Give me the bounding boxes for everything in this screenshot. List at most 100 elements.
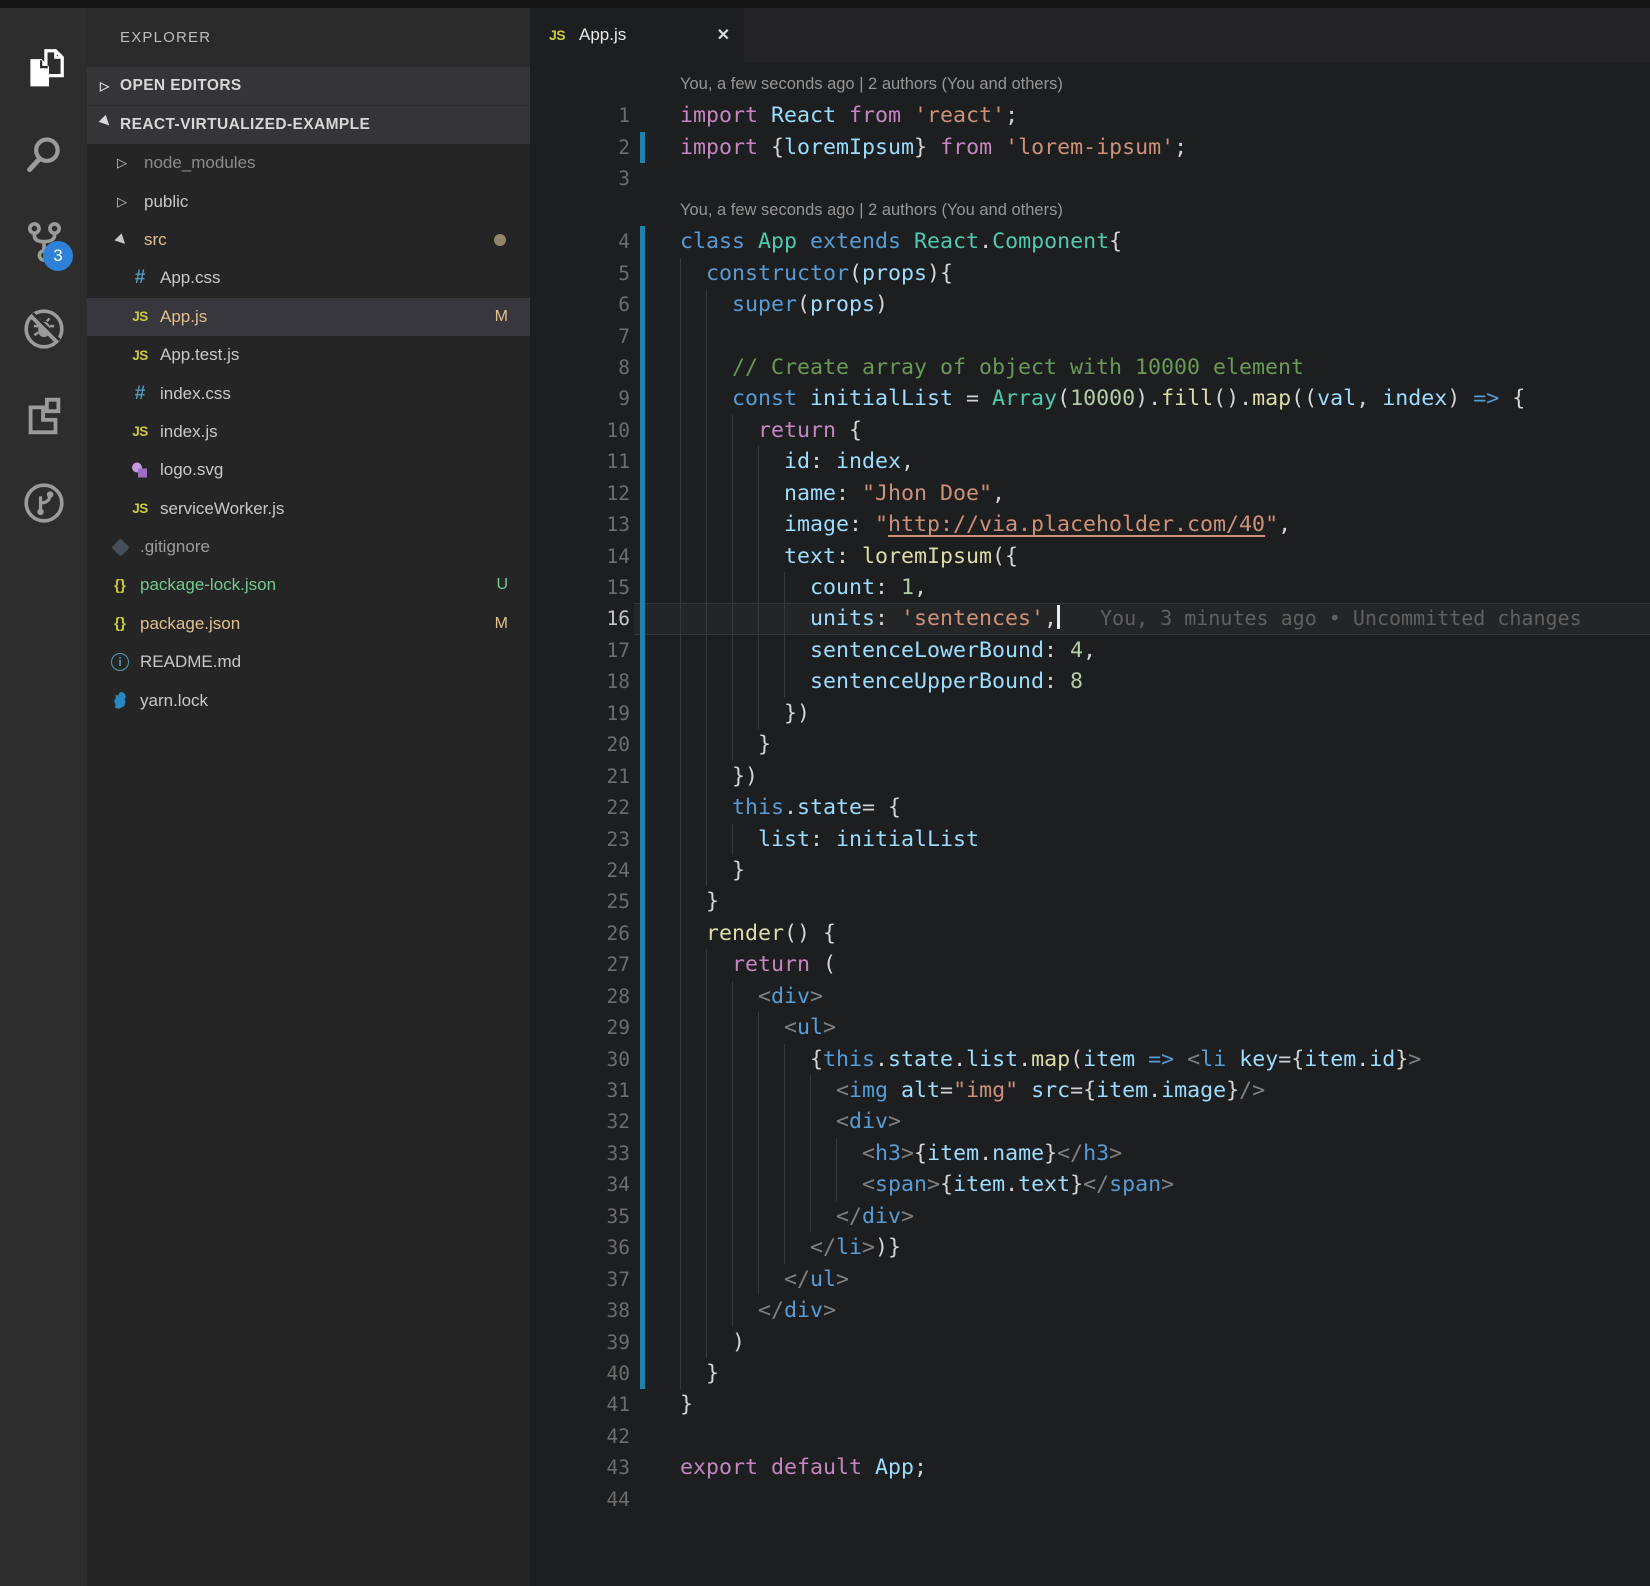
code-line-2[interactable]: 2import {loremIpsum} from 'lorem-ipsum'; [530, 132, 1650, 163]
code-line-18[interactable]: 18sentenceUpperBound: 8 [530, 666, 1650, 697]
line-number: 16 [530, 603, 630, 634]
tree-item-app-test-js[interactable]: JSApp.test.js [87, 336, 530, 374]
code-line-42[interactable]: 42 [530, 1421, 1650, 1452]
codelens-annotation[interactable]: You, a few seconds ago | 2 authors (You … [530, 195, 1650, 226]
code-line-44[interactable]: 44 [530, 1484, 1650, 1515]
code-area[interactable]: You, a few seconds ago | 2 authors (You … [530, 62, 1650, 1515]
modified-gutter-indicator [640, 1106, 645, 1137]
code-line-10[interactable]: 10return { [530, 415, 1650, 446]
code-line-21[interactable]: 21}) [530, 761, 1650, 792]
tree-item-logo-svg[interactable]: logo.svg [87, 451, 530, 489]
code-line-30[interactable]: 30{this.state.list.map(item => <li key={… [530, 1044, 1650, 1075]
activity-search-icon[interactable] [0, 111, 87, 198]
code-text: </div> [680, 1295, 836, 1326]
code-line-11[interactable]: 11id: index, [530, 446, 1650, 477]
tree-item-app-js[interactable]: JSApp.jsM [87, 298, 530, 336]
explorer-sidebar: EXPLORER ▷OPEN EDITORS▶REACT-VIRTUALIZED… [87, 8, 530, 1586]
tree-item-package-lock-json[interactable]: {}package-lock.jsonU [87, 566, 530, 604]
code-line-33[interactable]: 33<h3>{item.name}</h3> [530, 1138, 1650, 1169]
code-line-7[interactable]: 7 [530, 321, 1650, 352]
code-line-32[interactable]: 32<div> [530, 1106, 1650, 1137]
tree-item-yarn-lock[interactable]: yarn.lock [87, 681, 530, 719]
code-line-20[interactable]: 20} [530, 729, 1650, 760]
code-line-41[interactable]: 41} [530, 1389, 1650, 1420]
code-line-15[interactable]: 15count: 1, [530, 572, 1650, 603]
section-react-virtualized-example[interactable]: ▶REACT-VIRTUALIZED-EXAMPLE [87, 105, 530, 144]
css-file-icon: # [127, 267, 153, 289]
modified-gutter-indicator [640, 981, 645, 1012]
line-number: 4 [530, 226, 630, 257]
code-line-34[interactable]: 34<span>{item.text}</span> [530, 1169, 1650, 1200]
modified-gutter-indicator [640, 415, 645, 446]
tree-item-index-css[interactable]: #index.css [87, 374, 530, 412]
code-line-14[interactable]: 14text: loremIpsum({ [530, 541, 1650, 572]
tree-item-readme-md[interactable]: iREADME.md [87, 643, 530, 681]
code-line-4[interactable]: 4class App extends React.Component{ [530, 226, 1650, 257]
activity-explorer-icon[interactable] [0, 24, 87, 111]
code-line-43[interactable]: 43export default App; [530, 1452, 1650, 1483]
code-line-12[interactable]: 12name: "Jhon Doe", [530, 478, 1650, 509]
code-line-37[interactable]: 37</ul> [530, 1264, 1650, 1295]
modified-gutter-indicator [640, 792, 645, 823]
tree-item--gitignore[interactable]: .gitignore [87, 528, 530, 566]
tree-item-serviceworker-js[interactable]: JSserviceWorker.js [87, 490, 530, 528]
code-line-28[interactable]: 28<div> [530, 981, 1650, 1012]
code-line-39[interactable]: 39) [530, 1327, 1650, 1358]
activity-extensions-icon[interactable] [0, 372, 87, 459]
line-number: 11 [530, 446, 630, 477]
modified-gutter-indicator [640, 321, 645, 352]
code-line-24[interactable]: 24} [530, 855, 1650, 886]
code-line-27[interactable]: 27return ( [530, 949, 1650, 980]
code-text: text: loremIpsum({ [680, 541, 1018, 572]
git-status-badge: M [495, 615, 508, 633]
line-number: 22 [530, 792, 630, 823]
code-line-8[interactable]: 8// Create array of object with 10000 el… [530, 352, 1650, 383]
tree-item-node-modules[interactable]: ▷node_modules [87, 144, 530, 182]
code-line-31[interactable]: 31<img alt="img" src={item.image}/> [530, 1075, 1650, 1106]
file-label: .gitignore [140, 537, 210, 557]
file-label: node_modules [144, 153, 256, 173]
activity-source-control-icon[interactable]: 3 [0, 198, 87, 285]
code-line-1[interactable]: 1import React from 'react'; [530, 100, 1650, 131]
code-line-16[interactable]: 16units: 'sentences',You, 3 minutes ago … [530, 603, 1650, 634]
code-line-25[interactable]: 25} [530, 886, 1650, 917]
json-file-icon: {} [107, 577, 133, 594]
line-number: 5 [530, 258, 630, 289]
modified-gutter-indicator [640, 729, 645, 760]
js-file-icon: JS [127, 348, 153, 363]
tab-appjs[interactable]: JS App.js ✕ [530, 8, 744, 62]
code-line-6[interactable]: 6super(props) [530, 289, 1650, 320]
code-text: return ( [680, 949, 836, 980]
code-line-23[interactable]: 23list: initialList [530, 824, 1650, 855]
codelens-annotation[interactable]: You, a few seconds ago | 2 authors (You … [530, 69, 1650, 100]
code-line-5[interactable]: 5constructor(props){ [530, 258, 1650, 289]
section-open-editors[interactable]: ▷OPEN EDITORS [87, 66, 530, 105]
line-number: 9 [530, 383, 630, 414]
code-line-22[interactable]: 22this.state= { [530, 792, 1650, 823]
code-line-38[interactable]: 38</div> [530, 1295, 1650, 1326]
code-text: export default App; [680, 1452, 927, 1483]
code-line-40[interactable]: 40} [530, 1358, 1650, 1389]
code-text: import React from 'react'; [680, 100, 1018, 131]
code-line-35[interactable]: 35</div> [530, 1201, 1650, 1232]
modified-gutter-indicator [640, 666, 645, 697]
close-icon[interactable]: ✕ [717, 25, 730, 45]
code-line-29[interactable]: 29<ul> [530, 1012, 1650, 1043]
code-text: sentenceLowerBound: 4, [680, 635, 1096, 666]
modified-gutter-indicator [640, 855, 645, 886]
tree-item-package-json[interactable]: {}package.jsonM [87, 605, 530, 643]
activity-debug-disabled-icon[interactable] [0, 285, 87, 372]
tree-item-app-css[interactable]: #App.css [87, 259, 530, 297]
code-line-17[interactable]: 17sentenceLowerBound: 4, [530, 635, 1650, 666]
code-line-9[interactable]: 9const initialList = Array(10000).fill()… [530, 383, 1650, 414]
tree-item-src[interactable]: ▶src [87, 221, 530, 259]
code-line-26[interactable]: 26render() { [530, 918, 1650, 949]
tree-item-public[interactable]: ▷public [87, 182, 530, 220]
line-number: 44 [530, 1484, 630, 1515]
activity-gitlens-icon[interactable] [0, 459, 87, 546]
tree-item-index-js[interactable]: JSindex.js [87, 413, 530, 451]
code-line-3[interactable]: 3 [530, 163, 1650, 194]
code-line-36[interactable]: 36</li>)} [530, 1232, 1650, 1263]
code-line-19[interactable]: 19}) [530, 698, 1650, 729]
code-line-13[interactable]: 13image: "http://via.placeholder.com/40"… [530, 509, 1650, 540]
